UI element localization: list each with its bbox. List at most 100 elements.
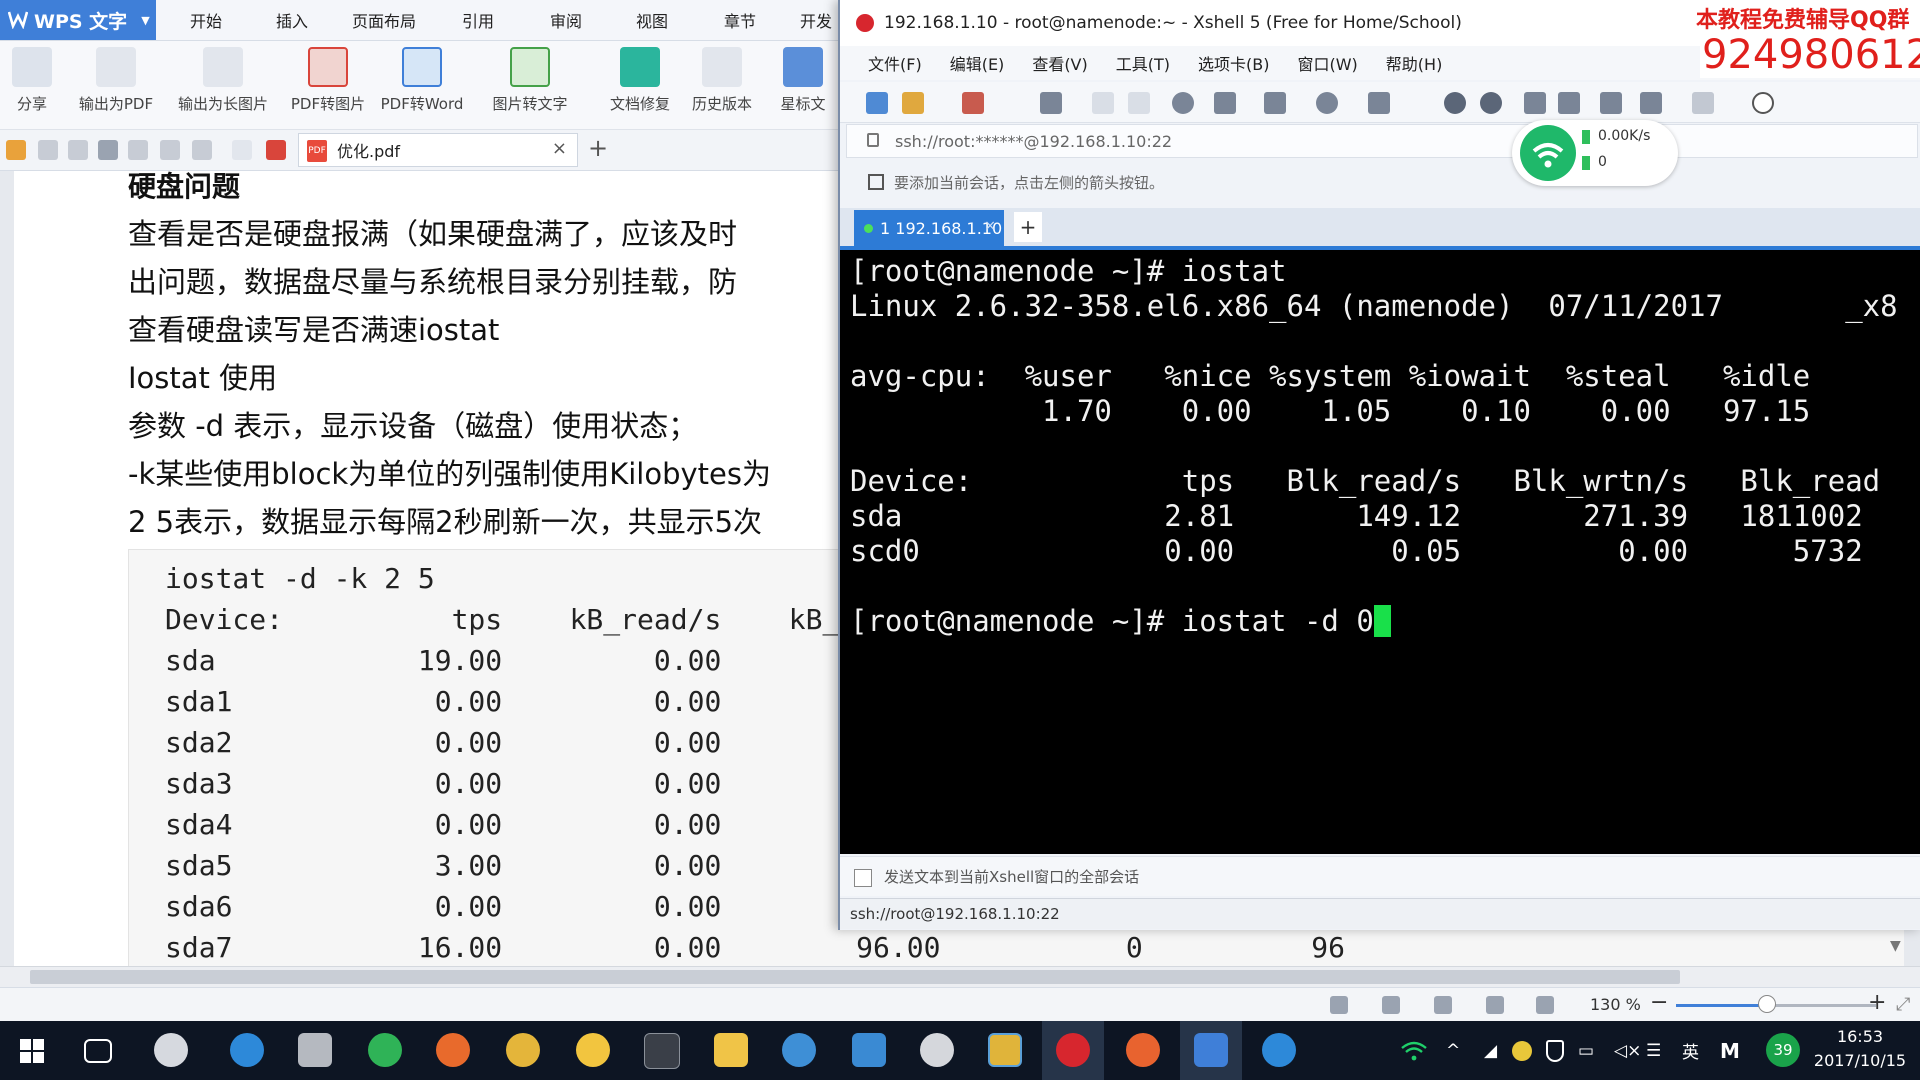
properties-icon[interactable]: [1040, 92, 1062, 114]
terminal[interactable]: [root@namenode ~]# iostat Linux 2.6.32-3…: [840, 250, 1920, 854]
chrome-icon[interactable]: [506, 1033, 540, 1067]
menu-reference[interactable]: 引用: [462, 0, 494, 40]
undo-icon[interactable]: [160, 140, 180, 160]
firefox-icon[interactable]: [436, 1033, 470, 1067]
terminal-icon[interactable]: [644, 1033, 680, 1069]
open-session-icon[interactable]: [902, 92, 924, 114]
wps-taskbar-icon[interactable]: [1194, 1033, 1228, 1067]
security-tray-icon[interactable]: [1512, 1021, 1532, 1080]
session-tab[interactable]: 1 192.168.1.10 ×: [854, 210, 1004, 246]
zoom-in-icon[interactable]: +: [1868, 990, 1886, 1015]
address-bar[interactable]: ssh://root:******@192.168.1.10:22: [846, 124, 1918, 158]
menu-view[interactable]: 查看(V): [1032, 51, 1087, 75]
layout-icon[interactable]: [1692, 92, 1714, 114]
preview-icon[interactable]: [128, 140, 148, 160]
more-icon[interactable]: [232, 140, 252, 160]
print-icon[interactable]: [1214, 92, 1236, 114]
horizontal-scrollbar[interactable]: [0, 966, 1920, 987]
add-icon[interactable]: [1640, 92, 1662, 114]
search-icon[interactable]: [1172, 92, 1194, 114]
chevron-up-icon[interactable]: ^: [1446, 1021, 1460, 1080]
file-explorer-icon[interactable]: [714, 1033, 748, 1067]
menu-view[interactable]: 视图: [636, 0, 668, 40]
new-tab-button[interactable]: +: [588, 134, 608, 162]
doc-repair-button[interactable]: 文档修复: [598, 47, 682, 114]
print-icon[interactable]: [98, 140, 118, 160]
open-folder-icon[interactable]: [6, 140, 26, 160]
menu-home[interactable]: 开始: [190, 0, 222, 40]
menu-tabs[interactable]: 选项卡(B): [1198, 51, 1269, 75]
export-pdf-button[interactable]: 输出为PDF: [74, 47, 158, 114]
send-to-all-bar[interactable]: 发送文本到当前Xshell窗口的全部会话: [840, 856, 1920, 896]
send-to-all-checkbox[interactable]: [854, 869, 872, 887]
export-long-image-button[interactable]: 输出为长图片: [170, 47, 276, 114]
keyboard-icon[interactable]: [1600, 92, 1622, 114]
app-icon[interactable]: [1126, 1033, 1160, 1067]
menu-review[interactable]: 审阅: [550, 0, 582, 40]
volume-muted-icon[interactable]: ◁×: [1614, 1021, 1641, 1080]
ie-icon[interactable]: [1262, 1033, 1296, 1067]
save-icon[interactable]: [38, 140, 58, 160]
menu-chapter[interactable]: 章节: [724, 0, 756, 40]
menu-help[interactable]: 帮助(H): [1386, 51, 1443, 75]
notification-badge[interactable]: 39: [1766, 1033, 1800, 1067]
taskbar-clock[interactable]: 16:53 2017/10/15: [1808, 1025, 1912, 1073]
task-view-icon[interactable]: [84, 1039, 112, 1063]
reconnect-icon[interactable]: [962, 92, 984, 114]
app-icon[interactable]: [368, 1033, 402, 1067]
image-to-text-button[interactable]: 图片转文字: [488, 47, 572, 114]
menu-insert[interactable]: 插入: [276, 0, 308, 40]
zoom-out-icon[interactable]: −: [1650, 990, 1668, 1015]
paste-icon[interactable]: [1128, 92, 1150, 114]
globe-icon[interactable]: [1316, 92, 1338, 114]
help-icon[interactable]: [1752, 92, 1774, 114]
doc-tab[interactable]: PDF 优化.pdf ×: [298, 133, 578, 167]
zoom-slider-handle[interactable]: [1758, 995, 1776, 1013]
app-icon[interactable]: [852, 1033, 886, 1067]
scrollbar-thumb[interactable]: [30, 970, 1680, 984]
scroll-down-icon[interactable]: ▼: [1890, 938, 1901, 954]
outline-view-icon[interactable]: [1434, 996, 1452, 1014]
fit-page-icon[interactable]: [1330, 996, 1348, 1014]
close-tab-icon[interactable]: ×: [984, 218, 996, 234]
star-doc-button[interactable]: 星标文: [770, 47, 836, 114]
pdf-to-word-button[interactable]: PDF转Word: [380, 47, 464, 114]
export-icon[interactable]: [68, 140, 88, 160]
fullscreen-icon[interactable]: ⤢: [1896, 994, 1910, 1015]
battery-icon[interactable]: ▭: [1578, 1021, 1594, 1080]
app-icon[interactable]: [154, 1033, 188, 1067]
menu-page-layout[interactable]: 页面布局: [352, 0, 416, 40]
fullscreen-icon[interactable]: [1524, 92, 1546, 114]
transfer-icon[interactable]: [1264, 92, 1286, 114]
wps-red-logo-icon[interactable]: [266, 140, 286, 160]
windows-start-icon[interactable]: [20, 1039, 44, 1063]
app-icon[interactable]: [782, 1033, 816, 1067]
web-view-icon[interactable]: [1486, 996, 1504, 1014]
ie-icon[interactable]: [230, 1033, 264, 1067]
copy-icon[interactable]: [1092, 92, 1114, 114]
new-tab-button[interactable]: +: [1014, 212, 1042, 242]
xshell-taskbar-icon[interactable]: [1056, 1033, 1090, 1067]
app-icon[interactable]: [988, 1033, 1022, 1067]
app-icon[interactable]: [920, 1033, 954, 1067]
new-session-icon[interactable]: [866, 92, 888, 114]
menu-developer[interactable]: 开发: [800, 0, 832, 40]
app-icon[interactable]: [576, 1033, 610, 1067]
network-widget[interactable]: 0.00K/s 0: [1512, 120, 1678, 186]
font-icon[interactable]: [1368, 92, 1390, 114]
share-button[interactable]: 分享: [0, 47, 74, 114]
menu-tools[interactable]: 工具(T): [1116, 51, 1170, 75]
wifi-tray-icon[interactable]: [1400, 1021, 1428, 1080]
menu-file[interactable]: 文件(F): [868, 51, 922, 75]
shield-icon[interactable]: [1546, 1021, 1564, 1080]
history-button[interactable]: 历史版本: [680, 47, 764, 114]
reading-mode-icon[interactable]: [1536, 996, 1554, 1014]
redo-icon[interactable]: [192, 140, 212, 160]
menu-edit[interactable]: 编辑(E): [950, 51, 1005, 75]
network-tray-icon[interactable]: ◢: [1484, 1021, 1497, 1080]
close-tab-icon[interactable]: ×: [552, 138, 567, 159]
add-session-arrow-icon[interactable]: [868, 174, 884, 190]
wps-app-menu[interactable]: WPS 文字 ▼: [0, 0, 156, 40]
script-icon[interactable]: [1444, 92, 1466, 114]
ime-mode-icon[interactable]: M: [1720, 1021, 1740, 1080]
